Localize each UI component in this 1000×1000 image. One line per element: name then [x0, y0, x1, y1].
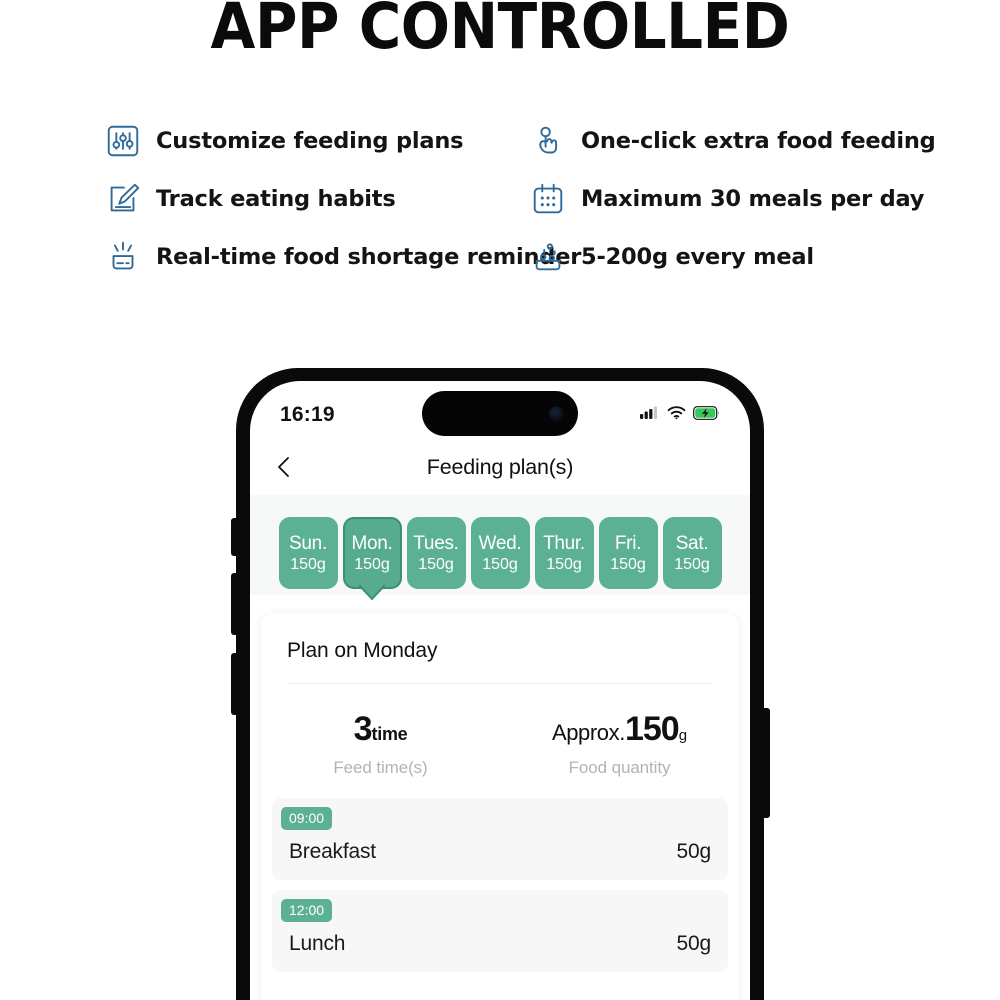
feature-customize-feeding-plans: Customize feeding plans: [104, 112, 529, 170]
plan-title: Plan on Monday: [287, 639, 438, 662]
day-chip-amount: 150g: [290, 555, 326, 573]
chevron-left-icon[interactable]: [272, 454, 298, 480]
silent-switch[interactable]: [231, 518, 237, 556]
day-chip-label: Fri.: [614, 532, 642, 554]
feature-label: Customize feeding plans: [156, 128, 464, 154]
phone-mockup: 16:19 Feeding plan(s) Sun. 150g Mon. 150…: [231, 368, 770, 1000]
day-selector-strip: Sun. 150g Mon. 150g Tues. 150g Wed. 150g…: [250, 495, 750, 600]
power-button[interactable]: [763, 708, 770, 818]
status-time: 16:19: [280, 403, 335, 426]
day-chip-tues[interactable]: Tues. 150g: [406, 517, 466, 589]
day-chip-fri[interactable]: Fri. 150g: [598, 517, 658, 589]
phone-screen: 16:19 Feeding plan(s) Sun. 150g Mon. 150…: [250, 381, 750, 1000]
plan-stats: 3time Feed time(s) Approx.150g Food quan…: [261, 684, 739, 798]
nav-bar: Feeding plan(s): [250, 439, 750, 495]
stat-prefix: Approx.: [551, 720, 625, 745]
day-chip-amount: 150g: [354, 555, 390, 573]
cellular-signal-icon: [640, 405, 660, 425]
day-chip-amount: 150g: [546, 555, 582, 573]
day-chip-label: Mon.: [351, 532, 393, 554]
day-chip-wed[interactable]: Wed. 150g: [470, 517, 530, 589]
nav-title: Feeding plan(s): [426, 454, 574, 479]
day-chip-label: Sat.: [675, 532, 709, 554]
meal-list: 09:00 Breakfast 50g 12:00 Lunch 50g: [261, 798, 739, 972]
day-chip-label: Thur.: [543, 532, 585, 554]
feature-label: 5-200g every meal: [581, 244, 814, 270]
day-chip-thur[interactable]: Thur. 150g: [534, 517, 594, 589]
meal-time-badge: 12:00: [281, 899, 333, 922]
edit-note-icon: [104, 180, 142, 218]
volume-up-button[interactable]: [231, 573, 237, 635]
stat-value-suffix: time: [371, 724, 408, 744]
meal-amount: 50g: [676, 840, 712, 863]
day-chip-sun[interactable]: Sun. 150g: [278, 517, 338, 589]
meal-row[interactable]: 09:00 Breakfast 50g: [272, 798, 728, 880]
meal-amount: 50g: [676, 932, 712, 955]
stat-feed-times: 3time Feed time(s): [261, 710, 500, 778]
meal-row[interactable]: 12:00 Lunch 50g: [272, 890, 728, 972]
day-chip-amount: 150g: [482, 555, 518, 573]
feature-label: Track eating habits: [156, 186, 396, 212]
stat-food-quantity: Approx.150g Food quantity: [500, 710, 739, 778]
calendar-icon: [529, 180, 567, 218]
food-portion-icon: [529, 238, 567, 276]
day-chip-label: Tues.: [413, 532, 459, 554]
day-chip-label: Wed.: [478, 532, 522, 554]
day-chip-amount: 150g: [418, 555, 454, 573]
feature-list: Customize feeding plans One-click extra …: [104, 112, 936, 286]
stat-value: 3: [353, 710, 373, 748]
meal-name: Breakfast: [289, 840, 376, 863]
meal-name: Lunch: [289, 932, 346, 955]
feature-one-click-extra-food-feeding: One-click extra food feeding: [529, 112, 936, 170]
sliders-icon: [104, 122, 142, 160]
day-chip-mon[interactable]: Mon. 150g: [342, 517, 402, 600]
stat-caption: Food quantity: [568, 758, 671, 777]
feature-label: Real-time food shortage reminder: [156, 244, 582, 270]
feature-maximum-meals-per-day: Maximum 30 meals per day: [529, 170, 934, 228]
day-chip-amount: 150g: [610, 555, 646, 573]
selected-day-pointer: [358, 581, 386, 600]
meal-time-badge: 09:00: [281, 807, 333, 830]
plan-card: Plan on Monday 3time Feed time(s) Approx…: [261, 613, 739, 1000]
tap-hand-icon: [529, 122, 567, 160]
dynamic-island: [422, 391, 578, 436]
stat-caption: Feed time(s): [333, 758, 428, 777]
stat-unit: g: [678, 727, 688, 744]
feature-track-eating-habits: Track eating habits: [104, 170, 529, 228]
page-title: APP CONTROLLED: [210, 0, 790, 63]
feature-label: Maximum 30 meals per day: [581, 186, 925, 212]
status-icons: [640, 405, 720, 425]
day-chip-label: Sun.: [289, 532, 327, 554]
day-chip-amount: 150g: [674, 555, 710, 573]
feature-label: One-click extra food feeding: [581, 128, 936, 154]
wifi-icon: [667, 405, 686, 425]
battery-charging-icon: [693, 405, 720, 425]
promo-page: APP CONTROLLED Customize feeding plans O…: [0, 0, 1000, 1000]
volume-down-button[interactable]: [231, 653, 237, 715]
food-shortage-alert-icon: [104, 238, 142, 276]
day-chip-sat[interactable]: Sat. 150g: [662, 517, 722, 589]
front-camera-icon: [549, 406, 564, 421]
status-bar: 16:19: [250, 381, 750, 439]
stat-value: 150: [624, 710, 680, 748]
feature-food-portion-range: 5-200g every meal: [529, 228, 934, 286]
feature-real-time-food-shortage-reminder: Real-time food shortage reminder: [104, 228, 581, 286]
